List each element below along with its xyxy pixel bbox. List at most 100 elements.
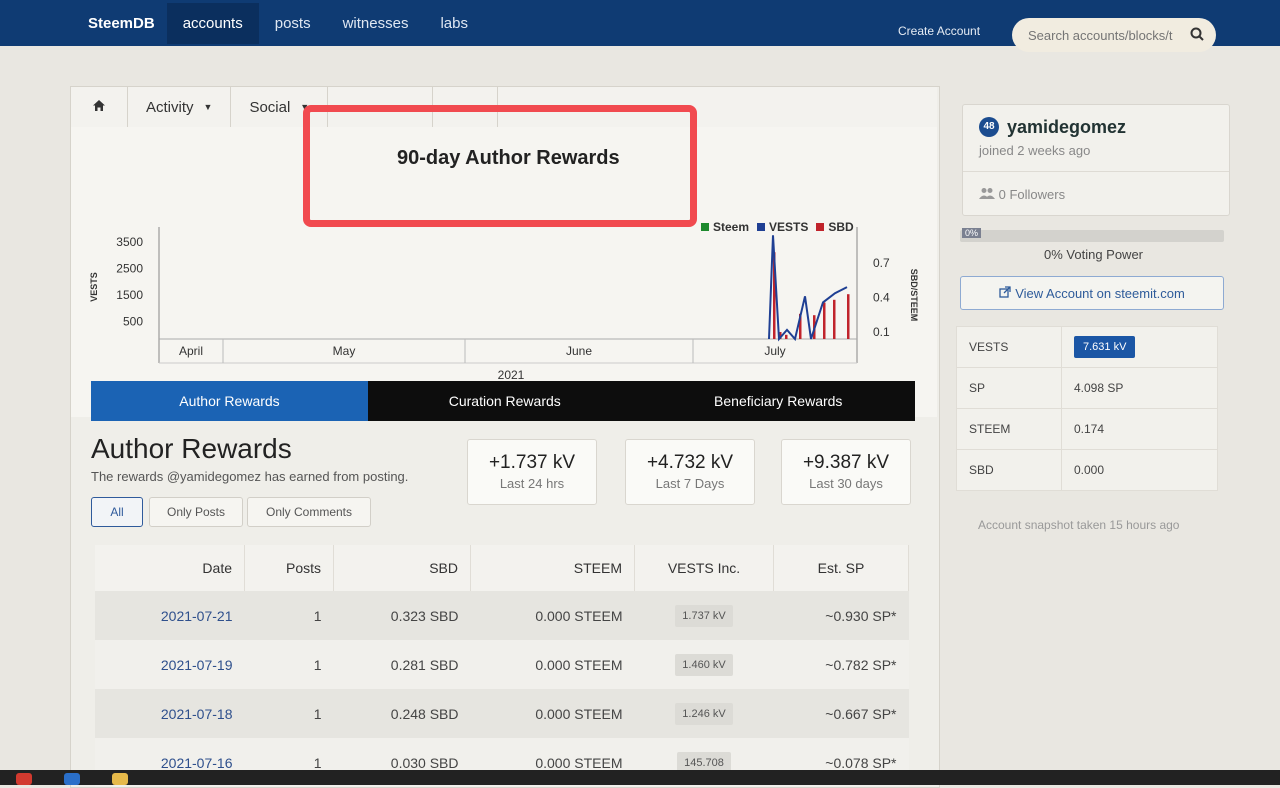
followers-count: 0 Followers [998, 187, 1066, 202]
stat-value: +9.387 kV [802, 452, 890, 473]
filter-only-comments-button[interactable]: Only Comments [247, 497, 371, 527]
highlight-annotation-box [303, 105, 697, 227]
sbd-bar [823, 302, 826, 339]
col-est-sp[interactable]: Est. SP [773, 545, 909, 591]
search-icon[interactable] [1190, 27, 1204, 46]
stat-last-7d: +4.732 kV Last 7 Days [625, 439, 755, 505]
balance-row-vests: VESTS 7.631 kV [956, 326, 1218, 368]
nav-posts[interactable]: posts [259, 3, 327, 44]
stat-label: Last 7 Days [655, 476, 725, 491]
main-panel: Activity ▼ Social ▼ 3500 2500 1500 500 VESTS 0.… [70, 86, 940, 788]
y-tick-left: 1500 [116, 288, 143, 302]
edge-icon[interactable] [64, 773, 80, 785]
snapshot-note: Account snapshot taken 15 hours ago [978, 518, 1180, 532]
vests-badge: 1.737 kV [675, 604, 733, 627]
nav-labs[interactable]: labs [424, 3, 484, 44]
reward-tabs: Author Rewards Curation Rewards Benefici… [91, 381, 915, 421]
caret-down-icon: ▼ [203, 102, 213, 112]
y-tick-left: 2500 [116, 262, 143, 276]
filter-only-posts-button[interactable]: Only Posts [149, 497, 243, 527]
row-date[interactable]: 2021-07-21 [95, 591, 245, 640]
row-vests: 1.460 kV [634, 640, 774, 689]
legend-vests: VESTS [757, 220, 808, 234]
x-tick-label: July [764, 344, 785, 358]
col-posts[interactable]: Posts [244, 545, 334, 591]
vests-badge: 1.246 kV [675, 702, 733, 725]
y-tick-left: 500 [123, 315, 143, 329]
x-tick-label: May [333, 344, 356, 358]
folder-icon[interactable] [112, 773, 128, 785]
col-date[interactable]: Date [95, 545, 245, 591]
search-input[interactable] [1026, 26, 1188, 44]
y-axis-right-label: SBD/STEEM [909, 269, 919, 322]
filter-all-button[interactable]: All [91, 497, 143, 527]
row-posts: 1 [244, 640, 334, 689]
tab-social-label: Social [249, 98, 291, 116]
balance-row-sp: SP 4.098 SP [956, 367, 1218, 409]
legend-steem: Steem [701, 220, 749, 234]
stat-last-30d: +9.387 kV Last 30 days [781, 439, 911, 505]
row-posts: 1 [244, 591, 334, 640]
section-subtitle: The rewards @yamidegomez has earned from… [91, 469, 409, 484]
row-posts: 1 [244, 689, 334, 738]
balances-table: VESTS 7.631 kV SP 4.098 SP STEEM 0.174 S… [956, 326, 1218, 491]
row-est-sp: ~0.930 SP* [773, 591, 909, 640]
row-sbd: 0.248 SBD [333, 689, 471, 738]
row-steem: 0.000 STEEM [470, 591, 635, 640]
nav-accounts[interactable]: accounts [166, 2, 259, 44]
row-sbd: 0.281 SBD [333, 640, 471, 689]
home-icon [92, 99, 106, 116]
table-row: 2021-07-18 1 0.248 SBD 0.000 STEEM 1.246… [95, 689, 909, 738]
profile-card: 48 yamidegomez joined 2 weeks ago 0 Foll… [962, 104, 1230, 216]
balance-key: STEEM [956, 408, 1062, 450]
row-est-sp: ~0.782 SP* [773, 640, 909, 689]
stat-label: Last 24 hrs [499, 476, 565, 491]
x-tick-label: June [566, 344, 592, 358]
followers-link[interactable]: 0 Followers [979, 187, 1065, 202]
x-year-label: 2021 [498, 368, 525, 382]
view-on-steemit-button[interactable]: View Account on steemit.com [960, 276, 1224, 310]
balance-key: SBD [956, 449, 1062, 491]
tab-author-rewards[interactable]: Author Rewards [91, 381, 368, 421]
stat-value: +4.732 kV [646, 452, 734, 473]
table-row: 2021-07-19 1 0.281 SBD 0.000 STEEM 1.460… [95, 640, 909, 689]
create-account-link[interactable]: Create Account [898, 24, 980, 38]
balance-row-steem: STEEM 0.174 [956, 408, 1218, 450]
tab-activity[interactable]: Activity ▼ [128, 87, 232, 127]
balance-value: 0.000 [1061, 449, 1218, 491]
browser-icon[interactable] [16, 773, 32, 785]
profile-joined: joined 2 weeks ago [979, 143, 1091, 158]
col-vests-inc[interactable]: VESTS Inc. [634, 545, 774, 591]
col-sbd[interactable]: SBD [333, 545, 471, 591]
nav-witnesses[interactable]: witnesses [327, 3, 425, 44]
balance-row-sbd: SBD 0.000 [956, 449, 1218, 491]
row-date[interactable]: 2021-07-19 [95, 640, 245, 689]
row-vests: 1.737 kV [634, 591, 774, 640]
os-taskbar [0, 770, 1280, 785]
tab-home[interactable] [71, 87, 128, 127]
sbd-bar [833, 299, 836, 339]
y-tick-right: 0.4 [873, 291, 890, 305]
reputation-badge: 48 [979, 117, 999, 137]
tab-beneficiary-rewards[interactable]: Beneficiary Rewards [642, 381, 916, 421]
row-sbd: 0.323 SBD [333, 591, 471, 640]
y-tick-right: 0.1 [873, 325, 890, 339]
voting-power-label: 0% Voting Power [1044, 247, 1144, 262]
voting-power-tag: 0% [962, 228, 982, 238]
vests-value-pill: 7.631 kV [1074, 336, 1136, 358]
sbd-bar [785, 334, 788, 339]
balance-key: VESTS [956, 326, 1062, 368]
profile-username[interactable]: yamidegomez [1007, 117, 1126, 138]
row-vests: 1.246 kV [634, 689, 774, 738]
brand-logo[interactable]: SteemDB [88, 15, 155, 32]
rewards-table: Date Posts SBD STEEM VESTS Inc. Est. SP … [95, 545, 909, 787]
balance-value: 4.098 SP [1061, 367, 1218, 409]
section-title: Author Rewards [91, 433, 292, 464]
balance-value: 7.631 kV [1061, 326, 1218, 368]
users-icon [979, 187, 999, 202]
tab-curation-rewards[interactable]: Curation Rewards [368, 381, 642, 421]
x-tick-label: April [179, 344, 203, 358]
row-date[interactable]: 2021-07-18 [95, 689, 245, 738]
col-steem[interactable]: STEEM [470, 545, 635, 591]
row-est-sp: ~0.667 SP* [773, 689, 909, 738]
